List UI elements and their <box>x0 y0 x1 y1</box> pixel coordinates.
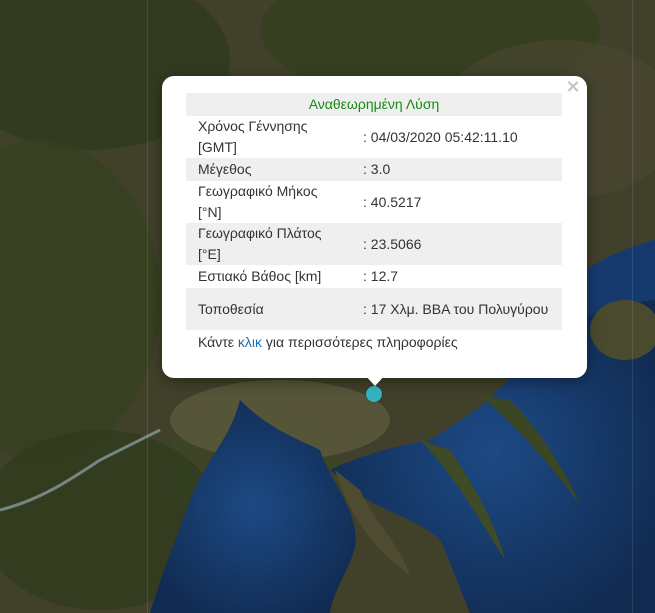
latitude-label: Γεωγραφικό Μήκος [°N] <box>198 183 318 220</box>
more-info-text: Κάντε κλικ για περισσότερες πληροφορίες <box>186 330 562 354</box>
close-icon[interactable]: × <box>565 78 581 96</box>
table-row: Χρόνος Γέννησης [GMT] : 04/03/2020 05:42… <box>186 116 562 158</box>
origin-time-label: Χρόνος Γέννησης [GMT] <box>198 118 308 155</box>
longitude-value: : 23.5066 <box>356 223 562 265</box>
popup-tip <box>364 374 386 386</box>
table-row: Κάντε κλικ για περισσότερες πληροφορίες <box>186 330 562 354</box>
table-row: Γεωγραφικό Μήκος [°N] : 40.5217 <box>186 181 562 223</box>
origin-time-value: : 04/03/2020 05:42:11.10 <box>363 128 518 145</box>
map-tile-seam <box>147 0 148 613</box>
location-value: : 17 Χλμ. ΒΒΑ του Πολυγύρου <box>356 288 562 330</box>
longitude-label: Γεωγραφικό Πλάτος [°E] <box>186 223 356 265</box>
latitude-value: : 40.5217 <box>363 193 422 210</box>
map-tile-seam <box>632 0 633 613</box>
epicenter-marker-icon[interactable] <box>366 386 382 402</box>
table-row: Εστιακό Βάθος [km] : 12.7 <box>186 265 562 288</box>
magnitude-value: : 3.0 <box>356 158 562 181</box>
magnitude-label: Μέγεθος <box>186 158 356 181</box>
more-info-before: Κάντε <box>198 333 238 350</box>
depth-label: Εστιακό Βάθος [km] <box>198 268 322 284</box>
depth-value: : 12.7 <box>363 268 399 284</box>
earthquake-info-table: Αναθεωρημένη Λύση Χρόνος Γέννησης [GMT] … <box>186 93 562 354</box>
location-label: Τοποθεσία <box>186 288 356 330</box>
popup-title: Αναθεωρημένη Λύση <box>186 93 562 116</box>
table-row: Μέγεθος : 3.0 <box>186 158 562 181</box>
more-info-after: για περισσότερες πληροφορίες <box>262 333 458 350</box>
more-info-link[interactable]: κλικ <box>238 334 262 350</box>
table-row: Τοποθεσία : 17 Χλμ. ΒΒΑ του Πολυγύρου <box>186 288 562 330</box>
earthquake-info-popup: × Αναθεωρημένη Λύση Χρόνος Γέννησης [GMT… <box>162 76 587 378</box>
table-row: Γεωγραφικό Πλάτος [°E] : 23.5066 <box>186 223 562 265</box>
